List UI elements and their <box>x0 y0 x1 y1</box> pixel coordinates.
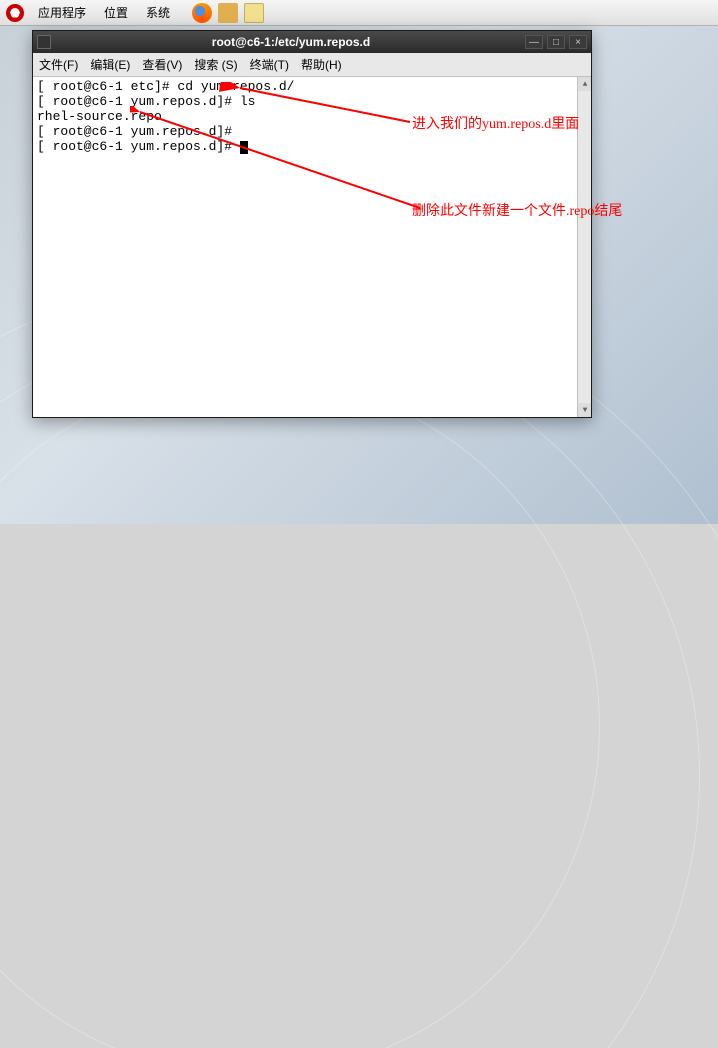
terminal-line: [ root@c6-1 etc]# cd yum.repos.d/ <box>37 79 587 94</box>
menu-search[interactable]: 搜索 (S) <box>194 56 237 73</box>
window-title: root@c6-1:/etc/yum.repos.d <box>57 35 525 49</box>
window-titlebar[interactable]: root@c6-1:/etc/yum.repos.d — □ × <box>33 31 591 53</box>
notes-launcher-icon[interactable] <box>244 3 264 23</box>
terminal-cursor <box>240 141 248 154</box>
desktop-top-panel: 应用程序 位置 系统 <box>0 0 718 26</box>
distro-logo-icon[interactable] <box>6 4 24 22</box>
menu-terminal[interactable]: 终端(T) <box>250 56 289 73</box>
panel-menu-system[interactable]: 系统 <box>142 4 174 21</box>
terminal-line: [ root@c6-1 yum.repos.d]# <box>37 139 587 154</box>
menu-file[interactable]: 文件(F) <box>39 56 78 73</box>
terminal-menubar: 文件(F) 编辑(E) 查看(V) 搜索 (S) 终端(T) 帮助(H) <box>33 53 591 77</box>
annotation-text-enter: 进入我们的yum.repos.d里面 <box>412 113 579 133</box>
menu-help[interactable]: 帮助(H) <box>301 56 342 73</box>
scroll-down-icon[interactable]: ▼ <box>578 403 591 417</box>
close-button[interactable]: × <box>569 35 587 49</box>
annotation-text-delete: 删除此文件新建一个文件.repo结尾 <box>412 200 622 220</box>
menu-view[interactable]: 查看(V) <box>142 56 182 73</box>
panel-menu-places[interactable]: 位置 <box>100 4 132 21</box>
firefox-launcher-icon[interactable] <box>192 3 212 23</box>
menu-edit[interactable]: 编辑(E) <box>90 56 130 73</box>
file-manager-launcher-icon[interactable] <box>218 3 238 23</box>
terminal-line: [ root@c6-1 yum.repos.d]# ls <box>37 94 587 109</box>
panel-menu-applications[interactable]: 应用程序 <box>34 4 90 21</box>
scroll-up-icon[interactable]: ▲ <box>578 77 591 91</box>
terminal-app-icon <box>37 35 51 49</box>
minimize-button[interactable]: — <box>525 35 543 49</box>
terminal-window: root@c6-1:/etc/yum.repos.d — □ × 文件(F) 编… <box>32 30 592 418</box>
maximize-button[interactable]: □ <box>547 35 565 49</box>
